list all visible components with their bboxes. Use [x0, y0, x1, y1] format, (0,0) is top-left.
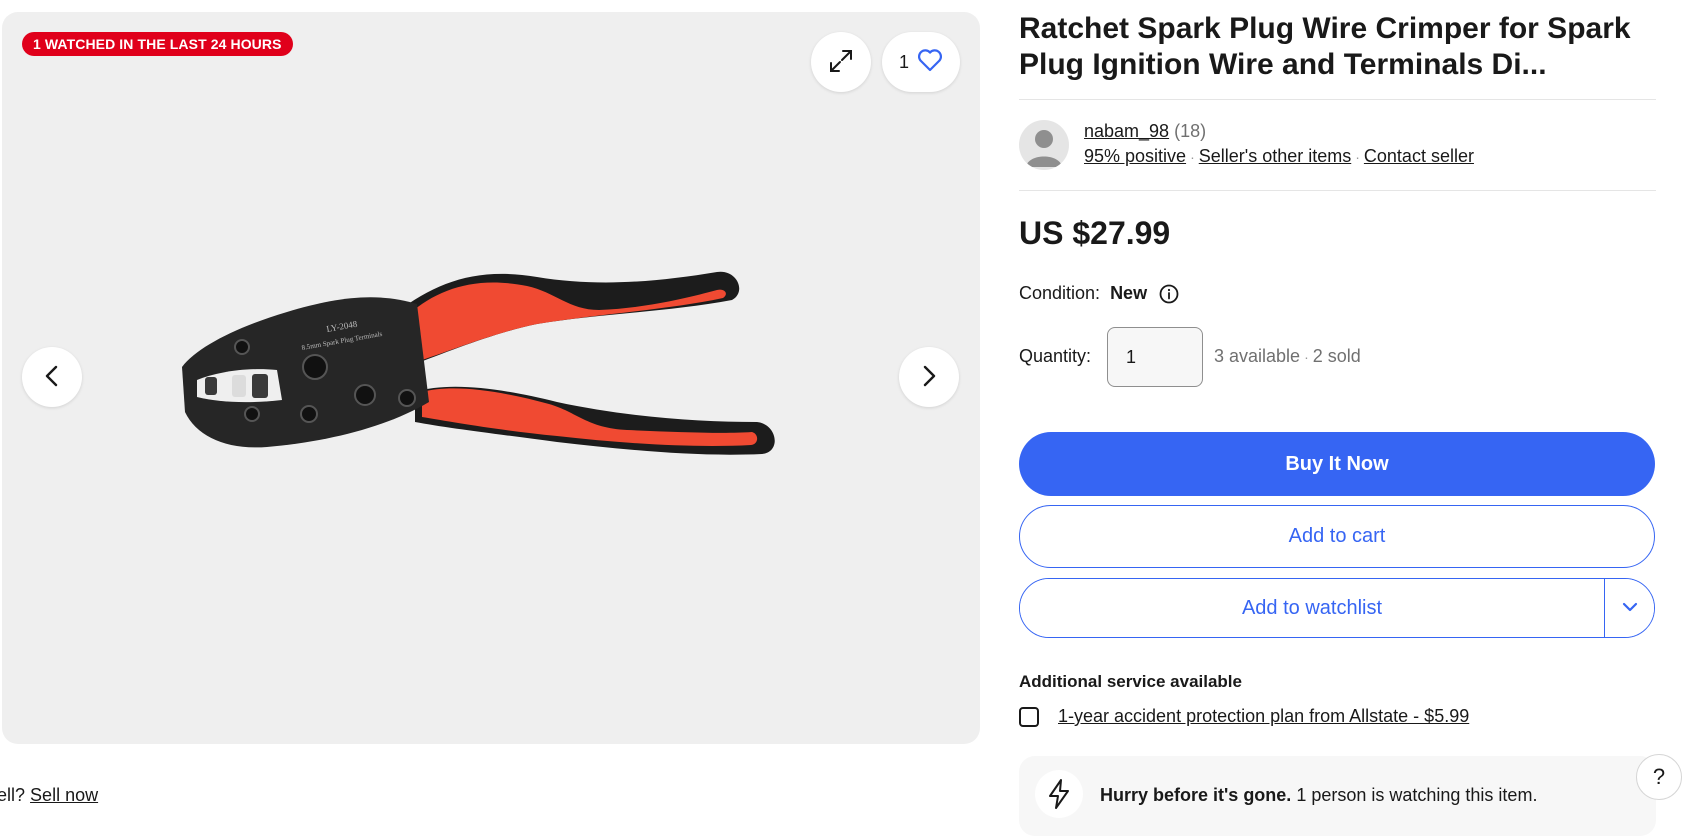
chevron-right-icon [919, 364, 939, 391]
item-price: US $27.99 [1019, 215, 1171, 251]
seller-name-link[interactable]: nabam_98 [1084, 121, 1169, 141]
lightning-icon [1035, 770, 1083, 818]
image-gallery[interactable]: 1 WATCHED IN THE LAST 24 HOURS 1 LY-2048… [2, 12, 980, 744]
divider [1019, 99, 1656, 100]
chevron-left-icon [42, 364, 62, 391]
previous-image-button[interactable] [22, 347, 82, 407]
seller-links: 95% positive · Seller's other items · Contac… [1084, 146, 1474, 167]
expand-image-button[interactable] [811, 32, 871, 92]
quantity-sold: 2 sold [1312, 346, 1361, 366]
watched-badge: 1 WATCHED IN THE LAST 24 HOURS [22, 32, 293, 56]
sell-prompt-text: ell? [0, 785, 26, 805]
quantity-status: 3 available · 2 sold [1214, 346, 1361, 367]
product-image[interactable]: LY-2048 8.5mm Spark Plug Terminals [177, 252, 817, 492]
buy-it-now-button[interactable]: Buy It Now [1019, 432, 1655, 496]
seller-other-items-link[interactable]: Seller's other items [1199, 146, 1352, 166]
urgency-strong: Hurry before it's gone. [1100, 785, 1292, 805]
chevron-down-icon [1622, 601, 1638, 616]
watch-count: 1 [898, 51, 909, 72]
add-to-cart-button[interactable]: Add to cart [1019, 505, 1655, 568]
urgency-banner: Hurry before it's gone. 1 person is watc… [1019, 756, 1656, 836]
condition-row: Condition: New [1019, 283, 1179, 304]
urgency-detail: 1 person is watching this item. [1296, 785, 1538, 805]
seller-positive-link[interactable]: 95% positive [1084, 146, 1186, 166]
contact-seller-link[interactable]: Contact seller [1364, 146, 1474, 166]
user-icon [1026, 130, 1062, 167]
expand-icon [827, 47, 855, 78]
info-icon[interactable] [1159, 284, 1179, 304]
watchlist-control: Add to watchlist [1019, 578, 1655, 638]
quantity-label: Quantity: [1019, 346, 1092, 366]
protection-plan-link[interactable]: 1-year accident protection plan from All… [1058, 706, 1469, 727]
separator-dot: · [1190, 149, 1195, 165]
seller-name-row: nabam_98 (18) [1084, 121, 1206, 142]
separator-dot: · [1355, 149, 1360, 165]
watchlist-options-button[interactable] [1604, 579, 1654, 637]
seller-avatar[interactable] [1019, 120, 1069, 170]
next-image-button[interactable] [899, 347, 959, 407]
help-button[interactable]: ? [1636, 754, 1682, 800]
sell-prompt: ell? Sell now [0, 785, 98, 806]
protection-plan-row: 1-year accident protection plan from All… [1019, 706, 1469, 727]
protection-plan-checkbox[interactable] [1019, 706, 1039, 727]
condition-label: Condition: [1019, 283, 1101, 303]
quantity-available: 3 available [1214, 346, 1301, 366]
heart-icon [917, 48, 943, 77]
separator-dot: · [1304, 349, 1309, 365]
quantity-input[interactable] [1107, 327, 1203, 387]
seller-feedback-count: (18) [1174, 121, 1207, 141]
divider [1019, 190, 1656, 191]
watch-count-button[interactable]: 1 [882, 32, 960, 92]
sell-now-link[interactable]: Sell now [30, 785, 98, 805]
add-to-watchlist-button[interactable]: Add to watchlist [1020, 579, 1604, 637]
condition-value: New [1110, 283, 1148, 303]
urgency-text: Hurry before it's gone. 1 person is watc… [1100, 785, 1537, 806]
additional-service-heading: Additional service available [1019, 672, 1242, 691]
item-title: Ratchet Spark Plug Wire Crimper for Spar… [1019, 12, 1631, 81]
